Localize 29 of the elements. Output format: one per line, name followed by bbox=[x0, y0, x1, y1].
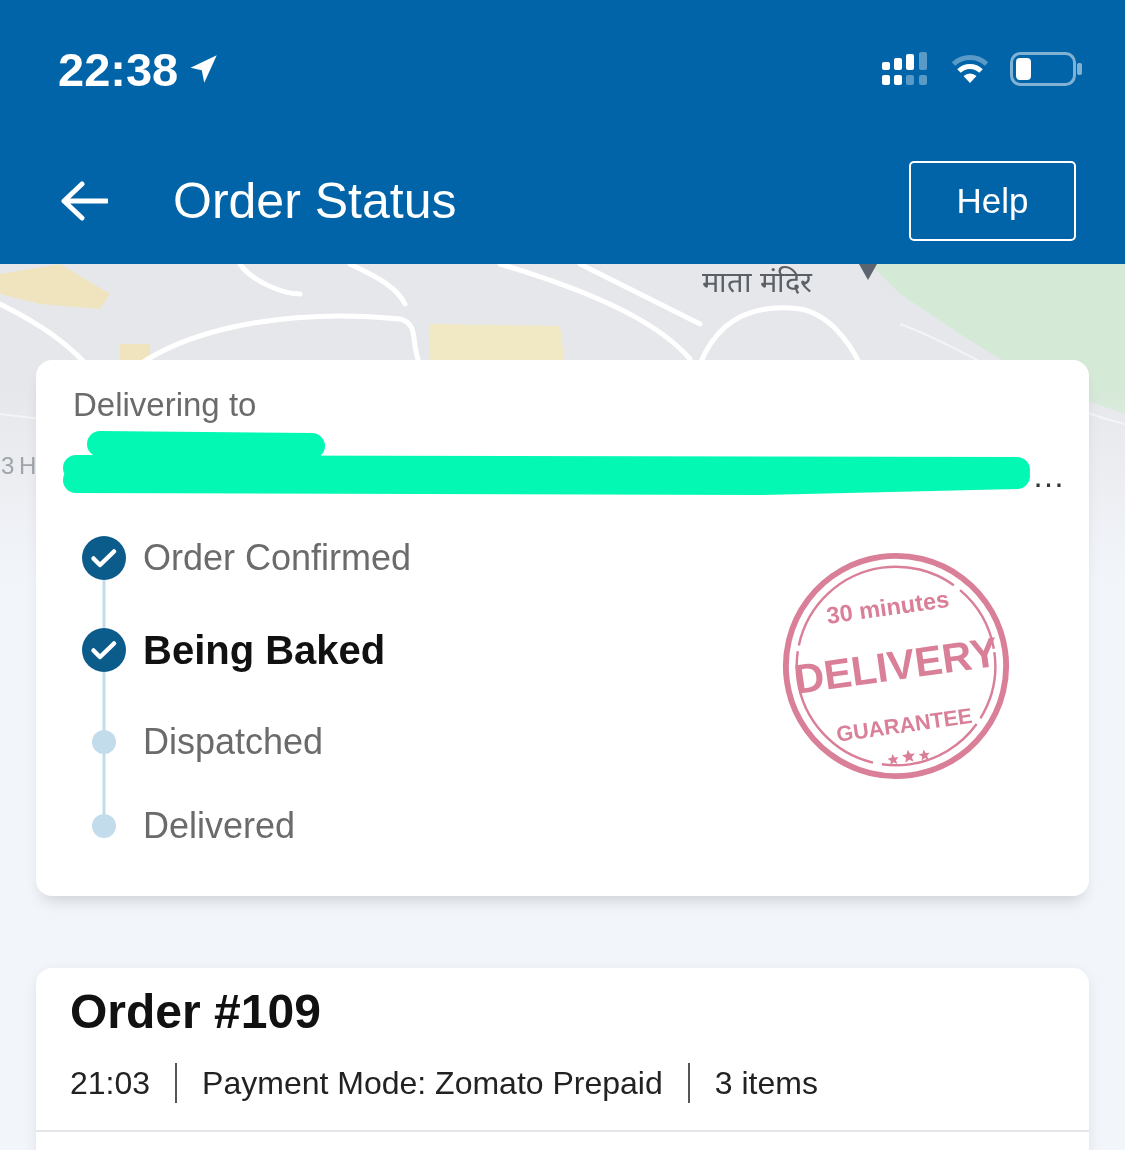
order-meta-text: 21:03 bbox=[70, 1064, 151, 1103]
order-meta-text: Payment Mode: Zomato Prepaid bbox=[202, 1064, 663, 1103]
wifi-icon bbox=[951, 54, 989, 84]
step-label: Dispatched bbox=[143, 720, 324, 764]
step-label: Order Confirmed bbox=[143, 536, 412, 580]
location-arrow-icon bbox=[188, 54, 219, 84]
timeline-connector bbox=[102, 672, 106, 730]
help-button[interactable]: Help bbox=[909, 161, 1076, 241]
star-icon bbox=[887, 753, 899, 765]
order-meta-text: 3 items bbox=[714, 1064, 818, 1103]
back-arrow-icon[interactable] bbox=[60, 181, 108, 221]
step-label: Delivered bbox=[143, 804, 296, 848]
stamp-bottom-text: GUARANTEE bbox=[834, 702, 974, 747]
battery-icon bbox=[1010, 52, 1082, 86]
step-label: Being Baked bbox=[143, 627, 386, 674]
star-icon bbox=[918, 749, 930, 761]
status-time: 22:38 bbox=[58, 45, 179, 93]
timeline-connector bbox=[102, 580, 106, 628]
address-text: … bbox=[1032, 456, 1065, 496]
map-place-label: माता मंदिर bbox=[702, 268, 813, 297]
delivering-to-label: Delivering to bbox=[73, 385, 258, 425]
map-place-label: 3 H bbox=[1, 454, 36, 478]
stamp-main-text: DELIVERY bbox=[791, 628, 1001, 703]
timeline-connector bbox=[102, 754, 106, 814]
star-icon bbox=[901, 749, 915, 763]
stamp-top-text: 30 minutes bbox=[824, 586, 951, 629]
signal-icon bbox=[882, 52, 930, 86]
order-title: Order #109 bbox=[70, 984, 322, 1040]
page-title: Order Status bbox=[173, 176, 457, 226]
